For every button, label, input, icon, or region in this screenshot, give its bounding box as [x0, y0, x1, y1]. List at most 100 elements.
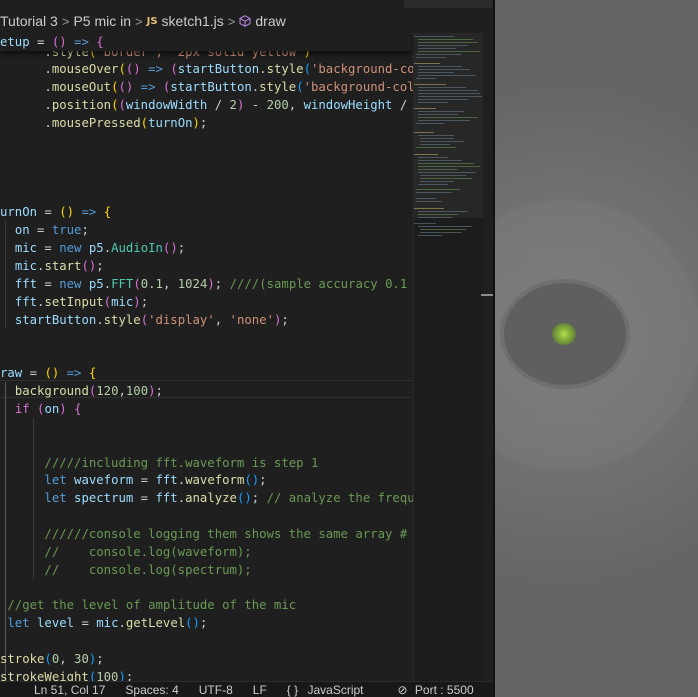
code-token: ;	[96, 259, 104, 273]
sticky-scroll-header[interactable]: etup = () => {	[0, 33, 412, 51]
code-token: .	[118, 616, 126, 630]
code-token: 120	[96, 384, 119, 398]
code-line[interactable]: urnOn = () => {	[0, 203, 111, 221]
code-token: 'none'	[229, 313, 274, 327]
code-line[interactable]: .mouseOver(() => (startButton.style('bac…	[0, 60, 429, 78]
code-token: stroke	[0, 652, 45, 666]
code-editor[interactable]: ⚙ Tutorial 3 > P5 mic in > JS sketch1.js…	[0, 0, 493, 697]
code-line[interactable]: // console.log(spectrum);	[0, 561, 252, 579]
code-line[interactable]: // console.log(waveform);	[0, 543, 252, 561]
code-line[interactable]: /////including fft.waveform is step 1	[0, 454, 318, 472]
minimap-line	[420, 144, 450, 146]
code-line[interactable]: //get the level of amplitude of the mic	[0, 596, 296, 614]
code-line[interactable]: if (on) {	[0, 400, 82, 418]
code-line[interactable]: fft = new p5.FFT(0.1, 1024); ////(sample…	[0, 275, 422, 293]
code-token: 2	[229, 98, 237, 112]
code-line[interactable]: //////console logging them shows the sam…	[0, 525, 422, 543]
minimap-line	[416, 54, 461, 56]
minimap-line	[418, 114, 458, 116]
code-line[interactable]: stroke(0, 30);	[0, 650, 104, 668]
minimap-line	[418, 66, 462, 68]
minimap-line	[418, 87, 466, 89]
code-token: )	[59, 402, 67, 416]
code-token: spectrum	[74, 491, 134, 505]
code-line[interactable]: .position((windowWidth / 2) - 200, windo…	[0, 96, 422, 114]
code-token: .	[177, 491, 186, 505]
code-token: style	[259, 80, 297, 94]
language-mode[interactable]: { } JavaScript	[287, 683, 384, 697]
encoding-setting[interactable]: UTF-8	[199, 683, 233, 697]
code-token: =	[37, 205, 60, 219]
code-token: 30	[74, 652, 89, 666]
code-token: position	[51, 98, 112, 112]
minimap-line	[416, 57, 446, 59]
minimap-line	[416, 147, 456, 149]
p5-sketch-canvas[interactable]	[495, 0, 698, 697]
minimap-line	[418, 169, 458, 171]
code-token: // analyze the freque	[266, 491, 423, 505]
minimap-line	[418, 160, 462, 162]
code-token: setInput	[44, 295, 104, 309]
code-line[interactable]: on = true;	[0, 221, 89, 239]
code-line[interactable]: fft.setInput(mic);	[0, 293, 148, 311]
code-token: ;	[96, 652, 104, 666]
code-token: AudioIn	[111, 241, 163, 255]
minimap-line	[414, 84, 446, 86]
code-token: (	[303, 62, 311, 76]
code-token: =	[22, 366, 45, 380]
code-token: p5	[88, 277, 104, 291]
code-token: windowWidth	[125, 98, 208, 112]
code-line[interactable]: raw = () => {	[0, 364, 96, 382]
code-token: ()	[44, 366, 60, 380]
code-token: // console.log(waveform);	[44, 545, 252, 559]
code-line[interactable]: let spectrum = fft.analyze(); // analyze…	[0, 489, 422, 507]
minimap[interactable]	[413, 33, 483, 683]
code-line[interactable]: mic.start();	[0, 257, 104, 275]
code-token: =	[74, 616, 97, 630]
code-line[interactable]: .mouseOut(() => (startButton.style('back…	[0, 78, 422, 96]
minimap-line	[418, 75, 476, 77]
code-token: waveform	[185, 473, 245, 487]
code-token: // console.log(spectrum);	[44, 563, 252, 577]
code-line[interactable]: background(120,100);	[0, 382, 163, 400]
code-token: fft	[155, 491, 178, 505]
code-token: )	[192, 116, 200, 130]
code-line[interactable]: mic = new p5.AudioIn();	[0, 239, 185, 257]
code-token: on	[44, 402, 60, 416]
code-line[interactable]: let level = mic.getLevel();	[0, 614, 207, 632]
code-line[interactable]: let waveform = fft.waveform();	[0, 471, 266, 489]
code-token: fft	[14, 295, 38, 309]
code-token: .	[177, 473, 186, 487]
code-token: waveform	[74, 473, 134, 487]
code-token: windowHeight	[303, 98, 393, 112]
minimap-line	[420, 232, 462, 234]
code-token: style	[103, 313, 141, 327]
indentation-setting[interactable]: Spaces: 4	[125, 683, 178, 697]
code-token: =	[133, 491, 156, 505]
minimap-line	[420, 181, 454, 183]
eol-setting[interactable]: LF	[253, 683, 267, 697]
code-token: .	[0, 116, 52, 130]
code-token: ()	[81, 259, 97, 273]
code-token: (	[140, 116, 149, 130]
minimap-line	[418, 51, 480, 53]
code-line[interactable]: startButton.style('display', 'none');	[0, 311, 289, 329]
minimap-line	[414, 223, 436, 225]
code-token: =>	[140, 62, 171, 76]
code-line[interactable]: .mousePressed(turnOn);	[0, 114, 207, 132]
live-server-port[interactable]: ⊘ Port : 5500	[398, 683, 493, 697]
scrollbar-position-marker[interactable]	[481, 294, 493, 296]
minimap-line	[418, 135, 454, 137]
minimap-line	[416, 78, 436, 80]
cursor-position[interactable]: Ln 51, Col 17	[34, 683, 105, 697]
code-token: ;	[177, 241, 186, 255]
code-token: )	[133, 295, 141, 309]
minimap-line	[418, 45, 468, 47]
code-token: FFT	[111, 277, 134, 291]
code-area[interactable]: .style('border', '2px solid yellow') .mo…	[0, 0, 429, 697]
